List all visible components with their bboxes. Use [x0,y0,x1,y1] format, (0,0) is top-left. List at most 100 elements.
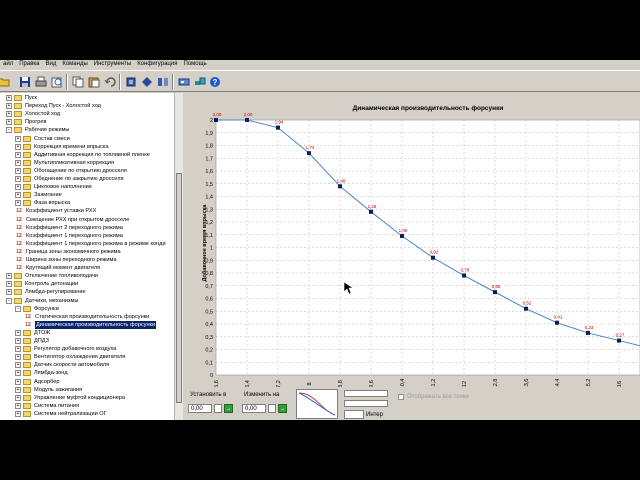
tree-item[interactable]: + Прогрев [6,118,46,126]
save-icon[interactable] [17,74,32,89]
expand-icon[interactable]: + [15,378,21,385]
tree-item-selected[interactable]: 12 Динамическая производительность форсун… [24,320,157,329]
expand-icon[interactable]: + [15,329,21,336]
help-icon[interactable]: ? [207,74,222,89]
tree-item[interactable]: 12 Граница зоны экономичного режима [15,248,120,256]
expand-icon[interactable]: + [6,281,12,288]
tree-item[interactable]: - Рабочие режимы [6,126,69,134]
copy-icon[interactable] [70,74,85,89]
tree-item[interactable]: + Лямбда-регулирование [6,288,86,296]
expand-icon[interactable]: + [15,370,21,377]
menu-item-6[interactable]: Помощь [180,60,209,69]
interpolate-button[interactable] [344,410,364,419]
tree-item[interactable]: + Зажигание [15,191,62,199]
tree-item[interactable]: 12 Крутящий момент двигателя [15,264,100,272]
expand-icon[interactable]: + [15,159,21,166]
open-folder-icon[interactable] [0,74,11,89]
set-value-apply-button[interactable]: → [224,404,233,413]
smoothing-slider-2[interactable] [344,400,388,407]
expand-icon[interactable]: + [6,289,12,296]
expand-icon[interactable]: + [6,95,12,101]
dynamic-injector-chart[interactable]: 00,10,20,30,40,50,60,70,80,911,11,21,31,… [184,93,640,420]
expand-icon[interactable]: + [15,184,21,191]
print-icon[interactable] [33,74,48,89]
connect-icon[interactable] [192,74,207,89]
expand-icon[interactable]: + [15,362,21,369]
tree-item[interactable]: 12 Коэффициент 1 переходного режима [15,232,123,240]
tree-item[interactable]: + Цикловое наполнение [15,183,92,191]
change-by-apply-button[interactable]: → [278,404,287,413]
change-by-input[interactable]: 0,00 [242,404,266,413]
expand-icon[interactable]: + [15,143,21,150]
tree-item[interactable]: - Форсунки [15,305,59,313]
tree-item[interactable]: + ДТОЖ [15,329,50,337]
tree-item[interactable]: - Датчики, механизмы [6,297,78,305]
expand-icon[interactable]: + [15,338,21,344]
undo-icon[interactable] [102,74,117,89]
menu-item-0[interactable]: айл [0,60,16,69]
expand-icon[interactable]: + [6,103,12,110]
expand-icon[interactable]: + [15,167,21,174]
tree-item[interactable]: + Аддитивная коррекция по топливной пленк… [15,151,150,159]
tree-item[interactable]: + Обогащение по открытию дросселя [15,167,127,175]
smoothing-slider-1[interactable] [344,390,388,397]
tree-item[interactable]: + Обеднение по закрытию дросселя [15,175,124,183]
tree-item[interactable]: + Состав смеси [15,135,70,143]
set-value-spinner[interactable] [214,404,222,413]
menu-item-1[interactable]: Правка [16,60,42,69]
tree-item[interactable]: + Вентилятор охлаждения двигателя [15,353,125,361]
tree-item[interactable]: + Фаза впрыска [15,199,70,207]
tree-item[interactable]: 12 Коэффициент уставки РХХ [15,207,96,215]
tree-item[interactable]: + ДПДЗ [15,337,49,345]
expand-icon[interactable]: + [15,346,21,353]
collapse-icon[interactable]: - [6,297,12,304]
expand-icon[interactable]: + [6,119,12,126]
expand-icon[interactable]: + [15,402,21,409]
change-by-spinner[interactable] [268,404,276,413]
collapse-icon[interactable]: - [15,305,21,312]
tree-item[interactable]: + Регулятор добавочного воздуха [15,345,116,353]
expand-icon[interactable]: + [15,410,21,417]
expand-icon[interactable]: + [6,273,12,280]
tree-item[interactable]: + Система питания [15,402,79,410]
diamond-icon[interactable] [139,74,154,89]
flash-icon[interactable] [176,74,191,89]
tree-scrollbar[interactable] [174,93,183,420]
tree-item[interactable]: 12 Ширина зоны переходного режима [15,256,116,264]
paste-icon[interactable] [86,74,101,89]
menu-item-4[interactable]: Инструменты [91,60,134,69]
tree-item[interactable]: + Модуль зажигания [15,386,82,394]
show-all-points-checkbox[interactable] [398,394,404,400]
tree-item[interactable]: + Контроль детонации [6,280,78,288]
preview-icon[interactable] [49,74,64,89]
menu-item-3[interactable]: Команды [59,60,90,69]
tree-item[interactable]: 12 Коэффициент 1 переходного режима в реж… [15,240,165,248]
tree-item[interactable]: 12 Статическая производительность форсунк… [24,313,149,321]
tree-item[interactable]: + Холостой ход [6,110,60,118]
tree-item[interactable]: + Лямбда-зонд [15,369,68,377]
expand-icon[interactable]: + [15,135,21,142]
tree-item[interactable]: + Переход Пуск - Холостой ход [6,102,101,110]
expand-icon[interactable]: + [15,151,21,158]
expand-icon[interactable]: + [15,200,21,207]
menu-item-2[interactable]: Вид [42,60,59,69]
set-value-input[interactable]: 0,00 [188,404,212,413]
collapse-icon[interactable]: - [6,127,12,134]
expand-icon[interactable]: + [15,192,21,199]
tree-scrollbar-thumb[interactable] [176,173,182,403]
expand-icon[interactable]: + [15,394,21,401]
tree-item[interactable]: + Мультипликативная коррекция [15,159,114,167]
expand-icon[interactable]: + [15,176,21,182]
tree-item[interactable]: + Управление муфтой кондиционера [15,394,125,402]
tree-item[interactable]: + Пуск [6,94,37,102]
tree-item[interactable]: + Коррекция времени впрыска [15,143,109,151]
chip-icon[interactable] [123,74,138,89]
expand-icon[interactable]: + [6,111,12,118]
tree-item[interactable]: + Датчик скорости автомобиля [15,361,109,369]
tree-item[interactable]: + Адсорбер [15,378,59,386]
menu-item-5[interactable]: Конфигурация [134,60,180,69]
tree-item[interactable]: 12 Коэффициент 2 переходного режима [15,224,123,232]
expand-icon[interactable]: + [15,386,21,393]
compare-icon[interactable] [155,74,170,89]
tree-item[interactable]: + Отключение топливоподачи [6,272,98,280]
